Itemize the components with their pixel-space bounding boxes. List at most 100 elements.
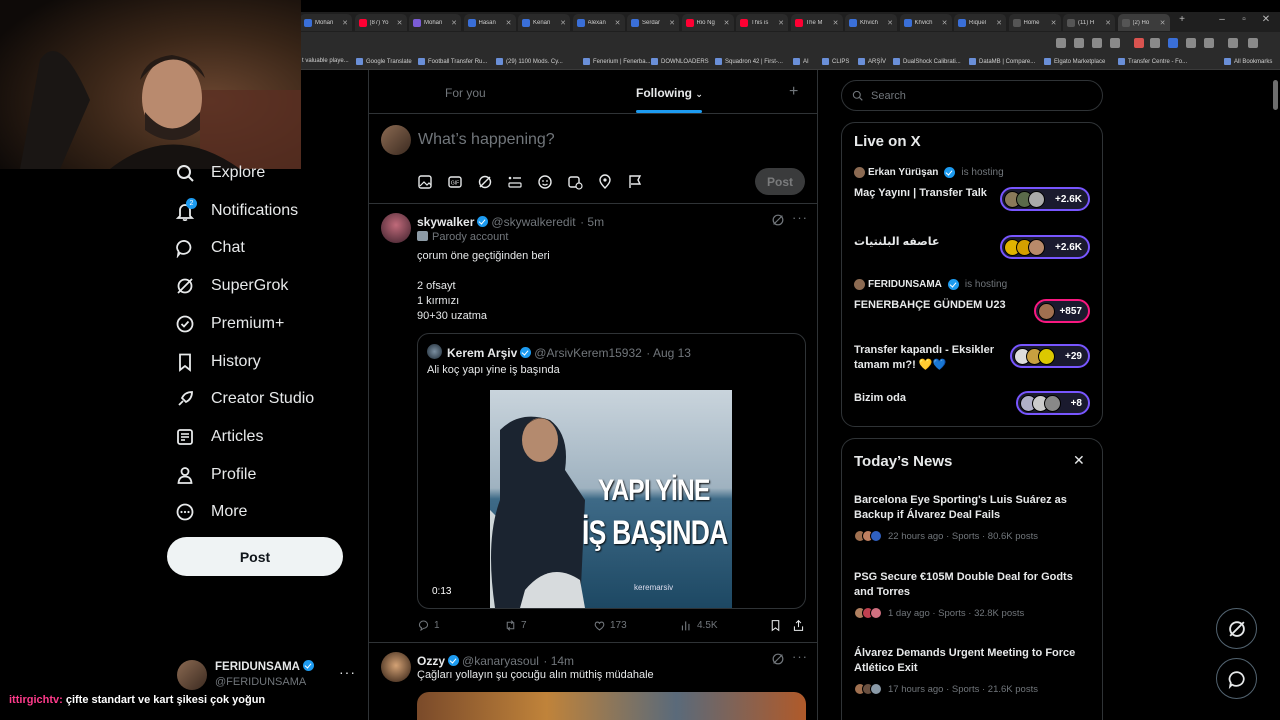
tweet-author-handle[interactable]: @kanaryasoul bbox=[462, 654, 539, 668]
tweet-avatar[interactable] bbox=[381, 213, 411, 243]
bookmark-item[interactable]: DualShock Calibrati... bbox=[893, 58, 961, 65]
profile-icon[interactable] bbox=[1228, 38, 1238, 48]
nav-item-chat[interactable]: Chat bbox=[175, 233, 245, 263]
messages-fab-button[interactable] bbox=[1216, 658, 1257, 699]
tab-close-icon[interactable]: ✕ bbox=[1051, 19, 1057, 27]
zoom-icon[interactable] bbox=[1074, 38, 1084, 48]
bookmark-item[interactable]: DOWNLOADERS bbox=[651, 58, 709, 65]
grok-fab-button[interactable] bbox=[1216, 608, 1257, 649]
gif-icon[interactable]: GIF bbox=[447, 174, 463, 190]
tab-close-icon[interactable]: ✕ bbox=[996, 19, 1002, 27]
menu-dots-icon[interactable] bbox=[1248, 38, 1258, 48]
poll-icon[interactable] bbox=[507, 174, 523, 190]
tab-for-you[interactable]: For you bbox=[445, 86, 486, 100]
tab-close-icon[interactable]: ✕ bbox=[506, 19, 512, 27]
tweet-more-icon[interactable]: ··· bbox=[792, 210, 808, 225]
tweet-time[interactable]: · 5m bbox=[580, 215, 604, 229]
maximize-icon[interactable]: ▫ bbox=[1234, 14, 1254, 25]
browser-tab[interactable]: Mohan ✕ bbox=[300, 14, 352, 31]
new-tab-button[interactable]: + bbox=[1172, 14, 1192, 25]
extension-icon[interactable] bbox=[1150, 38, 1160, 48]
tweet-time[interactable]: · 14m bbox=[543, 654, 574, 668]
quote-video[interactable]: YAPI YİNE İŞ BAŞINDA keremarsiv bbox=[490, 390, 732, 608]
bookmark-item[interactable]: Squadron 42 | First-... bbox=[715, 58, 783, 65]
bookmark-item[interactable]: Transfer Centre - Fo... bbox=[1118, 58, 1187, 65]
tab-close-icon[interactable]: ✕ bbox=[451, 19, 457, 27]
share-button[interactable] bbox=[792, 619, 805, 632]
browser-tab[interactable]: Riquel ✕ bbox=[954, 14, 1006, 31]
minimize-icon[interactable]: – bbox=[1212, 14, 1232, 25]
search-box[interactable]: Search bbox=[841, 80, 1103, 111]
news-headline[interactable]: Barcelona Eye Sporting's Luis Suárez as … bbox=[854, 493, 1094, 523]
grok-icon[interactable] bbox=[771, 213, 785, 227]
share-icon[interactable] bbox=[1092, 38, 1102, 48]
browser-tab[interactable]: Serdar ✕ bbox=[627, 14, 679, 31]
browser-tab[interactable]: This is ✕ bbox=[736, 14, 788, 31]
tab-close-icon[interactable]: ✕ bbox=[615, 19, 621, 27]
flag-icon[interactable] bbox=[627, 174, 643, 190]
bookmark-item[interactable]: Elgato Marketplace bbox=[1044, 58, 1105, 65]
bookmark-item[interactable]: All Bookmarks bbox=[1224, 58, 1272, 65]
bookmark-item[interactable]: CLIPS bbox=[822, 58, 849, 65]
views-button[interactable]: 4.5K bbox=[680, 619, 718, 632]
extension-icon[interactable] bbox=[1168, 38, 1178, 48]
space-listeners-pill[interactable]: +2.6K bbox=[1000, 235, 1090, 259]
location-icon[interactable] bbox=[597, 174, 613, 190]
space-listeners-pill[interactable]: +857 bbox=[1034, 299, 1090, 323]
browser-tab[interactable]: Hasan ✕ bbox=[463, 14, 516, 31]
account-avatar[interactable] bbox=[177, 660, 207, 690]
nav-item-explore[interactable]: Explore bbox=[175, 158, 265, 188]
bookmark-item[interactable]: t valuable playe... bbox=[302, 58, 349, 64]
close-window-icon[interactable]: ✕ bbox=[1256, 14, 1276, 25]
browser-tab[interactable]: Kenan ✕ bbox=[518, 14, 570, 31]
tab-close-icon[interactable]: ✕ bbox=[833, 19, 839, 27]
tab-close-icon[interactable]: ✕ bbox=[397, 19, 403, 27]
tab-close-icon[interactable]: ✕ bbox=[942, 19, 948, 27]
account-switcher[interactable]: FERIDUNSAMA bbox=[215, 660, 317, 673]
browser-tab[interactable]: Alexan ✕ bbox=[572, 14, 625, 31]
composer-post-button[interactable]: Post bbox=[755, 168, 805, 195]
tab-close-icon[interactable]: ✕ bbox=[887, 19, 893, 27]
extensions-puzzle-icon[interactable] bbox=[1204, 38, 1214, 48]
close-icon[interactable]: ✕ bbox=[1073, 452, 1085, 469]
add-column-icon[interactable]: + bbox=[789, 83, 798, 101]
bookmark-item[interactable]: ARŞİV bbox=[858, 58, 886, 65]
bookmark-button[interactable] bbox=[769, 619, 782, 632]
browser-tab[interactable]: Home ✕ bbox=[1008, 14, 1061, 31]
account-more-icon[interactable]: ··· bbox=[339, 664, 356, 680]
tab-close-icon[interactable]: ✕ bbox=[724, 19, 730, 27]
tweet-media-preview[interactable] bbox=[417, 692, 806, 720]
like-button[interactable]: 173 bbox=[593, 619, 627, 632]
repost-button[interactable]: 7 bbox=[504, 619, 527, 632]
reply-button[interactable]: 1 bbox=[417, 619, 440, 632]
tweet-author-name[interactable]: skywalker bbox=[417, 215, 474, 229]
tab-close-icon[interactable]: ✕ bbox=[342, 19, 348, 27]
news-headline[interactable]: Álvarez Demands Urgent Meeting to Force … bbox=[854, 646, 1094, 676]
space-title[interactable]: Transfer kapandı - Eksikler tamam mı?! 💛… bbox=[854, 343, 1004, 373]
composer-input[interactable]: What’s happening? bbox=[418, 131, 555, 149]
post-button[interactable]: Post bbox=[167, 537, 343, 576]
space-title[interactable]: عاصفه البلنتيات bbox=[854, 235, 994, 250]
tweet-author-handle[interactable]: @skywalkeredit bbox=[491, 215, 575, 229]
nav-item-more[interactable]: More bbox=[175, 497, 247, 527]
tab-close-icon[interactable]: ✕ bbox=[1105, 19, 1111, 27]
scrollbar-thumb[interactable] bbox=[1273, 80, 1278, 110]
grok-icon[interactable] bbox=[771, 652, 785, 666]
bookmark-item[interactable]: Fenerium | Fenerba... bbox=[583, 58, 651, 65]
browser-tab[interactable]: (11) H ✕ bbox=[1063, 14, 1115, 31]
space-host[interactable]: Erkan Yürüşan is hosting bbox=[854, 167, 1004, 178]
bookmark-item[interactable]: Football Transfer Ru... bbox=[418, 58, 487, 65]
bookmark-item[interactable]: Google Translate bbox=[356, 58, 412, 65]
extension-icon[interactable] bbox=[1134, 38, 1144, 48]
nav-item-articles[interactable]: Articles bbox=[175, 422, 263, 452]
tweet-more-icon[interactable]: ··· bbox=[792, 649, 808, 664]
nav-item-supergrok[interactable]: SuperGrok bbox=[175, 271, 288, 301]
schedule-icon[interactable] bbox=[567, 174, 583, 190]
space-title[interactable]: FENERBAHÇE GÜNDEM U23 bbox=[854, 298, 1014, 313]
tweet-avatar[interactable] bbox=[381, 652, 411, 682]
tab-close-icon[interactable]: ✕ bbox=[778, 19, 784, 27]
emoji-icon[interactable] bbox=[537, 174, 553, 190]
nav-item-creator-studio[interactable]: Creator Studio bbox=[175, 384, 314, 414]
browser-tab[interactable]: The M ✕ bbox=[790, 14, 843, 31]
browser-tab[interactable]: Khvich ✕ bbox=[845, 14, 897, 31]
